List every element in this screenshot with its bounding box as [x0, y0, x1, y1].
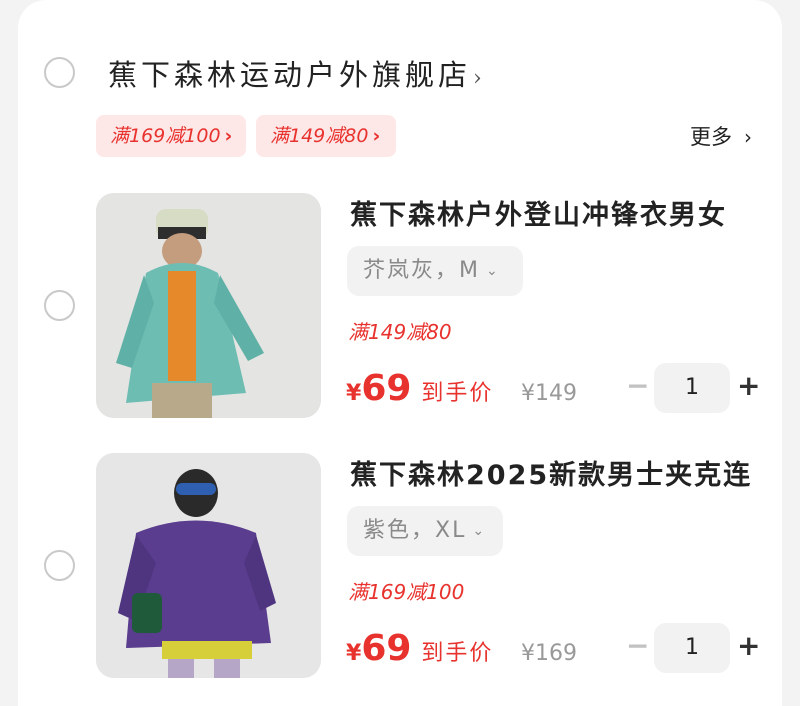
spec-selector[interactable]: 紫色，XL ⌄ [347, 506, 503, 556]
item-select-radio[interactable] [44, 550, 75, 581]
chevron-right-icon: › [372, 125, 381, 147]
coupon-tag-2[interactable]: 满149减80 › [256, 115, 396, 157]
price-value: 69 [361, 628, 412, 669]
shop-select-radio[interactable] [44, 57, 75, 88]
shop-name: 蕉下森林运动户外旗舰店 [108, 58, 472, 92]
item-select-radio[interactable] [44, 290, 75, 321]
promo-text: 满149减80 [348, 320, 452, 344]
quantity-value[interactable]: 1 [654, 623, 730, 673]
product-image[interactable] [96, 453, 321, 678]
currency-symbol: ¥ [346, 381, 362, 406]
promo-text: 满169减100 [348, 580, 465, 604]
final-price: ¥69 到手价 [346, 628, 493, 669]
jacket-illustration [96, 453, 321, 678]
chevron-right-icon: › [473, 66, 482, 91]
product-title[interactable]: 蕉下森林户外登山冲锋衣男女 [350, 193, 727, 232]
product-title[interactable]: 蕉下森林2025新款男士夹克连 [350, 453, 752, 492]
jacket-illustration [96, 193, 321, 418]
quantity-value[interactable]: 1 [654, 363, 730, 413]
coupon-label: 满169减100 [110, 125, 221, 147]
chevron-right-icon: › [224, 125, 233, 147]
chevron-down-icon: ⌄ [472, 523, 487, 539]
coupon-label: 满149减80 [270, 125, 369, 147]
original-price: ¥169 [521, 641, 577, 666]
increase-quantity-button[interactable]: + [737, 629, 760, 662]
spec-selector[interactable]: 芥岚灰，M ⌄ [347, 246, 523, 296]
final-price: ¥69 到手价 [346, 368, 493, 409]
currency-symbol: ¥ [346, 641, 362, 666]
chevron-down-icon: ⌄ [485, 263, 500, 279]
product-image[interactable] [96, 193, 321, 418]
decrease-quantity-button[interactable]: − [626, 369, 649, 402]
spec-label: 芥岚灰，M [363, 258, 480, 283]
decrease-quantity-button[interactable]: − [626, 629, 649, 662]
original-price: ¥149 [521, 381, 577, 406]
price-value: 69 [361, 368, 412, 409]
shop-name-link[interactable]: 蕉下森林运动户外旗舰店› [108, 52, 482, 94]
chevron-right-icon: › [744, 125, 752, 149]
spec-label: 紫色，XL [363, 518, 467, 543]
price-label: 到手价 [421, 381, 494, 406]
coupon-tag-1[interactable]: 满169减100 › [96, 115, 246, 157]
more-coupons-button[interactable]: 更多 › [690, 121, 752, 151]
increase-quantity-button[interactable]: + [737, 369, 760, 402]
price-label: 到手价 [421, 641, 494, 666]
more-label: 更多 [690, 125, 732, 149]
